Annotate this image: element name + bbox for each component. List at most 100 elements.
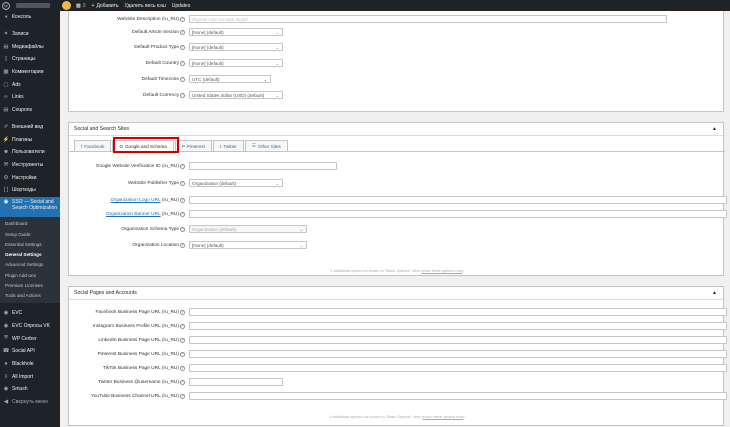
comments-link[interactable]: ▩ 0: [76, 3, 86, 9]
new-content-link[interactable]: + Добавить: [92, 3, 119, 9]
sso-plugin-icon[interactable]: [62, 1, 71, 10]
help-icon[interactable]: ?: [180, 211, 185, 217]
box-header[interactable]: Social and Search Sites ▲: [69, 123, 723, 136]
submenu-item[interactable]: General Settings: [0, 250, 60, 260]
field-label-link[interactable]: Organization Logo URL: [111, 198, 161, 203]
select-field[interactable]: United States dollar (USD) (default) ⌄: [189, 91, 283, 99]
help-icon[interactable]: ?: [180, 337, 185, 343]
help-icon[interactable]: ?: [180, 180, 185, 186]
submenu-item[interactable]: Setup Guide: [0, 229, 60, 239]
text-input[interactable]: [189, 392, 727, 400]
submenu-item[interactable]: Plugin Add-ons: [0, 270, 60, 280]
tab-other-sites[interactable]: ☰ Other Sites: [244, 140, 288, 151]
chevron-down-icon: ⌄: [299, 226, 303, 232]
help-icon[interactable]: ?: [180, 197, 185, 203]
show-options-link[interactable]: show these options now: [423, 415, 464, 419]
facebook-icon: f: [81, 143, 83, 149]
collapse-box-icon[interactable]: ▲: [712, 290, 717, 296]
sidebar-item-ads[interactable]: ▢ Ads: [0, 78, 60, 91]
shield-icon: ⛨: [3, 335, 9, 342]
sidebar-item-media[interactable]: ▤ Медиафайлы: [0, 40, 60, 53]
text-input[interactable]: [189, 350, 727, 358]
sidebar-item-evc[interactable]: ◉ EVC: [0, 307, 60, 320]
text-input[interactable]: [189, 364, 727, 372]
delete-cache-link[interactable]: Удалить весь кэш: [125, 3, 166, 9]
text-input[interactable]: [189, 322, 727, 330]
tab-facebook[interactable]: f Facebook: [74, 140, 112, 151]
text-input[interactable]: [189, 210, 727, 218]
help-icon[interactable]: ?: [180, 163, 185, 169]
collapse-box-icon[interactable]: ▲: [712, 126, 717, 132]
social-pages-accounts-box: Social Pages and Accounts ▲ 6 additional…: [68, 286, 727, 426]
sidebar-item-import[interactable]: ⇩ All Import: [0, 370, 60, 383]
plugin-icon: ⚡: [2, 136, 10, 143]
help-icon[interactable]: ?: [180, 242, 185, 248]
wordpress-logo-icon[interactable]: W: [0, 0, 12, 11]
tab-pinterest[interactable]: P Pinterest: [174, 140, 213, 151]
sidebar-item-tools[interactable]: ⚒ Инструменты: [0, 159, 60, 172]
sidebar-item-brush[interactable]: ✐ Внешний вид: [0, 121, 60, 134]
sidebar-item-shortcode[interactable]: [ ] Шорткоды: [0, 184, 60, 197]
submenu-item[interactable]: Essential Settings: [0, 239, 60, 249]
text-input[interactable]: [189, 162, 337, 170]
sidebar-item-social[interactable]: ☎ Social API: [0, 345, 60, 358]
select-field[interactable]: [None] (default) ⌄: [189, 59, 283, 67]
help-icon[interactable]: ?: [180, 393, 185, 399]
sidebar-item-dashboard[interactable]: ◕ Консоль: [0, 11, 60, 24]
sidebar-item-smush[interactable]: ◉ Smush: [0, 383, 60, 396]
sidebar-item-sso[interactable]: ◉ SSO — Social and Search Optimization: [0, 196, 60, 217]
text-input[interactable]: [189, 196, 727, 204]
help-icon[interactable]: ?: [180, 323, 185, 329]
help-icon[interactable]: ?: [180, 16, 185, 22]
submenu-item[interactable]: Tools and Actions: [0, 291, 60, 301]
submenu-item[interactable]: Dashboard: [0, 219, 60, 229]
sidebar-item-page[interactable]: ▯ Страницы: [0, 53, 60, 66]
select-field[interactable]: Organization (default) ⌄: [189, 179, 283, 187]
select-field[interactable]: UTC (default) ⌄: [189, 75, 271, 83]
select-field[interactable]: [None] (default) ⌄: [189, 241, 307, 249]
text-input[interactable]: [189, 378, 283, 386]
settings-icon: ⚙: [3, 174, 9, 181]
select-field[interactable]: [None] (default) ⌄: [189, 28, 283, 36]
sidebar-item-coupon[interactable]: ▤ Coupons: [0, 104, 60, 117]
field-label: Instagram Business Profile URL (ru_RU): [92, 323, 179, 329]
submenu-item[interactable]: Advanced Settings: [0, 260, 60, 270]
settings-row: Default Timezone? UTC (default) ⌄: [69, 74, 725, 84]
help-icon[interactable]: ?: [180, 365, 185, 371]
help-icon[interactable]: ?: [180, 76, 185, 82]
sidebar-item-link[interactable]: ∞ Links: [0, 91, 60, 104]
help-icon[interactable]: ?: [180, 351, 185, 357]
sidebar-item-blackhole[interactable]: ● Blackhole: [0, 358, 60, 371]
settings-row: Organization Location? [None] (default) ⌄: [69, 240, 725, 250]
help-icon[interactable]: ?: [180, 379, 185, 385]
help-icon[interactable]: ?: [180, 309, 185, 315]
updates-link[interactable]: Updates: [172, 3, 191, 9]
field-label-link[interactable]: Organization Banner URL: [106, 212, 161, 217]
sidebar-item-shield[interactable]: ⛨ WP Cerber: [0, 332, 60, 345]
chevron-down-icon: ⌄: [275, 180, 279, 186]
help-icon[interactable]: ?: [180, 44, 185, 50]
show-options-link[interactable]: show these options now: [422, 269, 463, 273]
submenu-item[interactable]: Premium Licenses: [0, 280, 60, 290]
sidebar-item-evc[interactable]: ◉ EVC Опросы VK: [0, 320, 60, 333]
field-label: Facebook Business Page URL (ru_RU): [95, 309, 179, 315]
help-icon[interactable]: ?: [180, 226, 185, 232]
text-input[interactable]: Журнал про онлайн digital: [189, 15, 667, 23]
sidebar-item-plugin[interactable]: ⚡ Плагины: [0, 133, 60, 146]
site-name-blurred[interactable]: [16, 3, 50, 8]
sidebar-item-users[interactable]: ☻ Пользователи: [0, 146, 60, 159]
box-header[interactable]: Social Pages and Accounts ▲: [69, 287, 723, 300]
select-field[interactable]: [None] (default) ⌄: [189, 43, 283, 51]
chevron-down-icon: ⌄: [299, 242, 303, 248]
help-icon[interactable]: ?: [180, 92, 185, 98]
text-input[interactable]: [189, 308, 727, 316]
help-icon[interactable]: ?: [180, 29, 185, 35]
sidebar-item-settings[interactable]: ⚙ Настройки: [0, 171, 60, 184]
text-input[interactable]: [189, 336, 727, 344]
chevron-down-icon: ⌄: [275, 29, 279, 35]
sidebar-item-pin[interactable]: ✦ Записи: [0, 28, 60, 41]
collapse-menu-button[interactable]: ◀ Свернуть меню: [0, 396, 60, 409]
tab-twitter[interactable]: t Twitter: [213, 140, 244, 151]
sidebar-item-comment[interactable]: ▩ Комментарии: [0, 66, 60, 79]
help-icon[interactable]: ?: [180, 60, 185, 66]
